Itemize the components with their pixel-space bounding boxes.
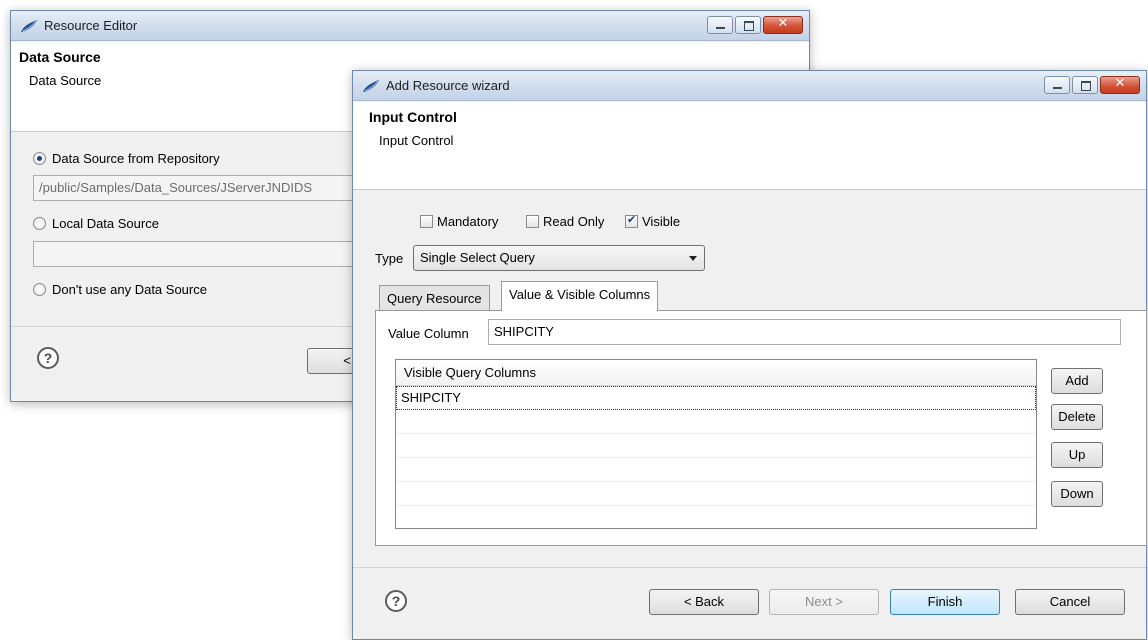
next-button[interactable]: Next > [769,589,879,615]
app-logo-icon [363,80,379,92]
cancel-button[interactable]: Cancel [1015,589,1125,615]
finish-button[interactable]: Finish [890,589,1000,615]
chevron-down-icon [689,256,697,261]
table-row-empty [396,482,1036,506]
type-select-value: Single Select Query [420,250,535,265]
header-subtitle: Input Control [379,133,454,148]
type-select[interactable]: Single Select Query [413,245,705,271]
checkbox-label: Visible [642,214,681,229]
add-button[interactable]: Add [1051,368,1103,394]
back-button[interactable]: < Back [649,589,759,615]
checkbox-label: Read Only [543,214,605,229]
radio-unselected-icon [33,217,46,230]
minimize-button[interactable] [707,16,733,34]
radio-no-source[interactable]: Don't use any Data Source [33,282,207,297]
close-button[interactable] [1100,76,1140,94]
table-row[interactable]: SHIPCITY [396,386,1036,410]
tab-label: Value & Visible Columns [509,287,651,302]
window-title: Add Resource wizard [386,78,510,93]
header-title: Input Control [369,109,457,125]
repository-path-field[interactable]: /public/Samples/Data_Sources/JServerJNDI… [33,175,363,201]
tab-label: Query Resource [387,291,482,306]
help-icon[interactable]: ? [37,347,59,369]
tab-value-visible-columns[interactable]: Value & Visible Columns [501,281,659,311]
help-icon[interactable]: ? [385,590,407,612]
window-title: Resource Editor [44,18,138,33]
app-logo-icon [21,20,37,32]
value-column-label: Value Column [388,326,469,341]
header-subtitle: Data Source [29,73,102,88]
read-only-checkbox[interactable]: Read Only [526,214,604,229]
radio-repository-source[interactable]: Data Source from Repository [33,151,220,166]
local-source-field[interactable] [33,241,363,267]
table-row-empty [396,434,1036,458]
tab-query-resource[interactable]: Query Resource [379,285,490,311]
wizard-titlebar[interactable]: Add Resource wizard [353,71,1146,101]
down-button[interactable]: Down [1051,481,1103,507]
radio-label: Local Data Source [52,216,159,231]
radio-unselected-icon [33,283,46,296]
tab-panel: Value Column SHIPCITY Visible Query Colu… [375,310,1147,546]
checkbox-label: Mandatory [437,214,499,229]
close-button[interactable] [763,16,803,34]
minimize-button[interactable] [1044,76,1070,94]
table-row-empty [396,410,1036,434]
maximize-button[interactable] [1072,76,1098,94]
delete-button[interactable]: Delete [1051,404,1103,430]
add-resource-wizard-window: Add Resource wizard Input Control Input … [352,70,1147,640]
visible-checkbox[interactable]: Visible [625,213,681,229]
up-button[interactable]: Up [1051,442,1103,468]
maximize-button[interactable] [735,16,761,34]
footer-divider [353,567,1146,568]
radio-selected-icon [33,152,46,165]
checkbox-unchecked-icon [526,215,539,228]
radio-local-source[interactable]: Local Data Source [33,216,159,231]
checkbox-unchecked-icon [420,215,433,228]
mandatory-checkbox[interactable]: Mandatory [420,214,498,229]
wizard-header: Input Control Input Control [353,102,1146,190]
table-header: Visible Query Columns [396,360,1036,386]
resource-editor-titlebar[interactable]: Resource Editor [11,11,809,41]
value-column-field[interactable]: SHIPCITY [488,319,1121,345]
type-label: Type [375,251,404,266]
checkbox-checked-icon [625,213,638,228]
radio-label: Don't use any Data Source [52,282,207,297]
radio-label: Data Source from Repository [52,151,220,166]
header-title: Data Source [19,49,101,65]
table-row-empty [396,458,1036,482]
visible-columns-table: Visible Query Columns SHIPCITY [395,359,1037,529]
